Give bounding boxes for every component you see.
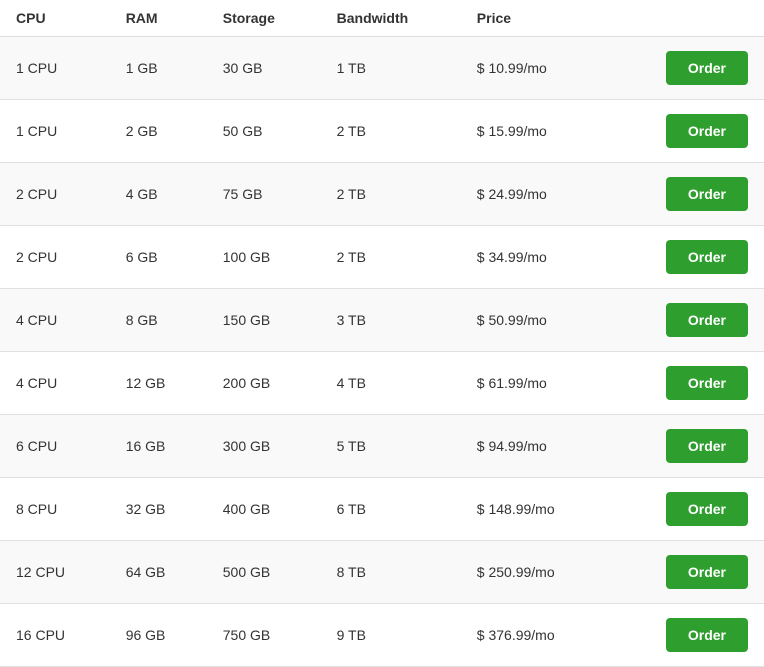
cell-bandwidth: 8 TB — [321, 541, 461, 604]
cell-price: $ 61.99/mo — [461, 352, 610, 415]
table-row: 2 CPU6 GB100 GB2 TB$ 34.99/mo Order — [0, 226, 764, 289]
cell-ram: 8 GB — [110, 289, 207, 352]
col-header-action — [609, 0, 764, 37]
cell-price: $ 376.99/mo — [461, 604, 610, 667]
table-row: 4 CPU8 GB150 GB3 TB$ 50.99/mo Order — [0, 289, 764, 352]
cell-storage: 30 GB — [207, 37, 321, 100]
cell-bandwidth: 2 TB — [321, 163, 461, 226]
cell-cpu: 8 CPU — [0, 478, 110, 541]
cell-storage: 500 GB — [207, 541, 321, 604]
cell-cpu: 4 CPU — [0, 352, 110, 415]
order-button[interactable]: Order — [666, 51, 748, 85]
cell-bandwidth: 6 TB — [321, 478, 461, 541]
table-row: 6 CPU16 GB300 GB5 TB$ 94.99/mo Order — [0, 415, 764, 478]
cell-bandwidth: 1 TB — [321, 37, 461, 100]
pricing-table: CPU RAM Storage Bandwidth Price 1 CPU1 G… — [0, 0, 764, 667]
order-cell: Order — [609, 289, 764, 352]
cell-ram: 6 GB — [110, 226, 207, 289]
cell-cpu: 6 CPU — [0, 415, 110, 478]
order-button[interactable]: Order — [666, 492, 748, 526]
cell-storage: 150 GB — [207, 289, 321, 352]
order-cell: Order — [609, 415, 764, 478]
col-header-cpu: CPU — [0, 0, 110, 37]
cell-storage: 200 GB — [207, 352, 321, 415]
order-cell: Order — [609, 604, 764, 667]
order-button[interactable]: Order — [666, 240, 748, 274]
cell-storage: 400 GB — [207, 478, 321, 541]
order-button[interactable]: Order — [666, 555, 748, 589]
order-button[interactable]: Order — [666, 303, 748, 337]
cell-storage: 75 GB — [207, 163, 321, 226]
order-button[interactable]: Order — [666, 114, 748, 148]
cell-storage: 100 GB — [207, 226, 321, 289]
cell-cpu: 4 CPU — [0, 289, 110, 352]
order-button[interactable]: Order — [666, 177, 748, 211]
cell-bandwidth: 3 TB — [321, 289, 461, 352]
table-row: 8 CPU32 GB400 GB6 TB$ 148.99/mo Order — [0, 478, 764, 541]
cell-price: $ 148.99/mo — [461, 478, 610, 541]
order-cell: Order — [609, 163, 764, 226]
order-button[interactable]: Order — [666, 618, 748, 652]
cell-ram: 12 GB — [110, 352, 207, 415]
cell-ram: 32 GB — [110, 478, 207, 541]
cell-ram: 96 GB — [110, 604, 207, 667]
cell-storage: 300 GB — [207, 415, 321, 478]
cell-cpu: 12 CPU — [0, 541, 110, 604]
cell-bandwidth: 2 TB — [321, 100, 461, 163]
cell-cpu: 1 CPU — [0, 37, 110, 100]
cell-price: $ 15.99/mo — [461, 100, 610, 163]
cell-price: $ 24.99/mo — [461, 163, 610, 226]
cell-price: $ 34.99/mo — [461, 226, 610, 289]
cell-price: $ 94.99/mo — [461, 415, 610, 478]
table-row: 12 CPU64 GB500 GB8 TB$ 250.99/mo Order — [0, 541, 764, 604]
table-row: 1 CPU1 GB30 GB1 TB$ 10.99/mo Order — [0, 37, 764, 100]
cell-bandwidth: 5 TB — [321, 415, 461, 478]
order-button[interactable]: Order — [666, 366, 748, 400]
cell-price: $ 50.99/mo — [461, 289, 610, 352]
order-cell: Order — [609, 226, 764, 289]
table-row: 1 CPU2 GB50 GB2 TB$ 15.99/mo Order — [0, 100, 764, 163]
order-cell: Order — [609, 352, 764, 415]
cell-price: $ 10.99/mo — [461, 37, 610, 100]
table-row: 16 CPU96 GB750 GB9 TB$ 376.99/mo Order — [0, 604, 764, 667]
cell-cpu: 2 CPU — [0, 163, 110, 226]
col-header-price: Price — [461, 0, 610, 37]
order-button[interactable]: Order — [666, 429, 748, 463]
table-row: 4 CPU12 GB200 GB4 TB$ 61.99/mo Order — [0, 352, 764, 415]
cell-cpu: 16 CPU — [0, 604, 110, 667]
col-header-ram: RAM — [110, 0, 207, 37]
cell-ram: 16 GB — [110, 415, 207, 478]
cell-ram: 2 GB — [110, 100, 207, 163]
cell-bandwidth: 2 TB — [321, 226, 461, 289]
order-cell: Order — [609, 478, 764, 541]
col-header-bandwidth: Bandwidth — [321, 0, 461, 37]
order-cell: Order — [609, 100, 764, 163]
cell-ram: 64 GB — [110, 541, 207, 604]
order-cell: Order — [609, 37, 764, 100]
cell-storage: 50 GB — [207, 100, 321, 163]
cell-cpu: 2 CPU — [0, 226, 110, 289]
order-cell: Order — [609, 541, 764, 604]
cell-ram: 4 GB — [110, 163, 207, 226]
cell-bandwidth: 4 TB — [321, 352, 461, 415]
cell-storage: 750 GB — [207, 604, 321, 667]
col-header-storage: Storage — [207, 0, 321, 37]
cell-price: $ 250.99/mo — [461, 541, 610, 604]
table-row: 2 CPU4 GB75 GB2 TB$ 24.99/mo Order — [0, 163, 764, 226]
cell-bandwidth: 9 TB — [321, 604, 461, 667]
cell-ram: 1 GB — [110, 37, 207, 100]
cell-cpu: 1 CPU — [0, 100, 110, 163]
